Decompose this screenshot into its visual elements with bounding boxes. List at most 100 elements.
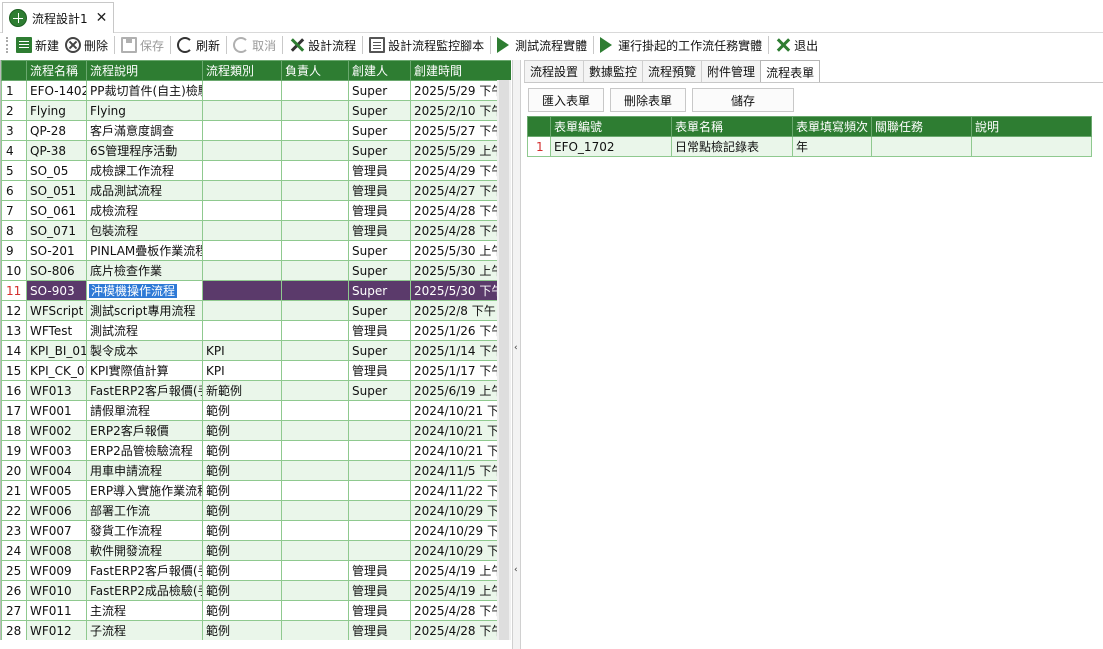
table-cell-cat[interactable]: KPI <box>202 340 282 361</box>
table-row[interactable]: 12 WFScript 測試script專用流程 Super 2025/2/8 下午 1… <box>1 300 511 321</box>
table-cell-owner[interactable] <box>281 560 349 581</box>
table-cell-desc[interactable]: FastERP2成品檢驗(手 <box>86 580 203 601</box>
cell-editor-text[interactable]: 沖模機操作流程 <box>87 283 179 299</box>
table-cell-creator[interactable] <box>348 500 411 521</box>
table-cell-desc[interactable]: 發貨工作流程 <box>86 520 203 541</box>
table-cell-name[interactable]: WF003 <box>26 440 87 461</box>
table-cell-owner[interactable] <box>281 620 349 640</box>
table-cell-owner[interactable] <box>281 460 349 481</box>
table-cell-name[interactable]: SO_061 <box>26 200 87 221</box>
table-cell-owner[interactable] <box>281 320 349 341</box>
table-cell-time[interactable]: 2025/1/26 下午 0 <box>410 320 511 341</box>
table-cell-time[interactable]: 2024/10/21 下午 <box>410 400 511 421</box>
table-row[interactable]: 1 EFO-1402 PP裁切首件(自主)檢驗 Super 2025/5/29 下午 0 <box>1 80 511 101</box>
table-cell-cat[interactable]: 範例 <box>202 580 282 601</box>
scrollbar-thumb[interactable] <box>499 80 509 640</box>
table-cell-task[interactable] <box>871 136 972 157</box>
vertical-scrollbar[interactable] <box>497 80 511 640</box>
table-row[interactable]: 15 KPI_CK_01 KPI實際值計算 KPI 管理員 2025/1/17 下午 0 <box>1 360 511 381</box>
doc-tab-flow-design[interactable]: 流程設計1 ✕ <box>2 2 114 33</box>
table-cell-cat[interactable] <box>202 200 282 221</box>
table-cell-desc[interactable]: 沖模機操作流程 <box>86 280 203 301</box>
table-cell-desc[interactable]: 測試script專用流程 <box>86 300 203 321</box>
table-cell-time[interactable]: 2025/5/30 上午 1 <box>410 260 511 281</box>
table-cell-creator[interactable] <box>348 540 411 561</box>
table-cell-desc[interactable]: 包裝流程 <box>86 220 203 241</box>
table-cell-name[interactable]: WF001 <box>26 400 87 421</box>
table-row[interactable]: 18 WF002 ERP2客戶報價 範例 2024/10/21 下午 <box>1 420 511 441</box>
table-cell-name[interactable]: SO-806 <box>26 260 87 281</box>
table-cell-creator[interactable] <box>348 400 411 421</box>
table-cell-cat[interactable]: 範例 <box>202 520 282 541</box>
table-cell-owner[interactable] <box>281 440 349 461</box>
table-cell-note[interactable] <box>971 136 1092 157</box>
table-cell-desc[interactable]: 成品測試流程 <box>86 180 203 201</box>
tab-1[interactable]: 流程設置 <box>524 60 585 82</box>
table-cell-cat[interactable] <box>202 320 282 341</box>
table-row[interactable]: 17 WF001 請假單流程 範例 2024/10/21 下午 <box>1 400 511 421</box>
table-cell-desc[interactable]: FastERP2客戶報價(手 <box>86 380 203 401</box>
table-cell-name[interactable]: WF005 <box>26 480 87 501</box>
table-cell-name[interactable]: SO-201 <box>26 240 87 261</box>
table-cell-name[interactable]: EFO-1402 <box>26 80 87 101</box>
column-header[interactable]: 表單名稱 <box>671 116 793 137</box>
table-row[interactable]: 5 SO_05 成檢課工作流程 管理員 2025/4/29 下午 0 <box>1 160 511 181</box>
table-cell-creator[interactable]: Super <box>348 380 411 401</box>
table-row[interactable]: 10 SO-806 底片檢查作業 Super 2025/5/30 上午 1 <box>1 260 511 281</box>
table-row[interactable]: 23 WF007 發貨工作流程 範例 2024/10/29 下午 <box>1 520 511 541</box>
table-cell-desc[interactable]: ERP導入實施作業流程 <box>86 480 203 501</box>
table-cell-desc[interactable]: 製令成本 <box>86 340 203 361</box>
table-cell-owner[interactable] <box>281 480 349 501</box>
table-cell-desc[interactable]: 客戶滿意度調查 <box>86 120 203 141</box>
design-monitor-script-button[interactable]: 設計流程監控腳本 <box>366 34 487 56</box>
table-row[interactable]: 24 WF008 軟件開發流程 範例 2024/10/29 下午 <box>1 540 511 561</box>
table-cell-freq[interactable]: 年 <box>792 136 872 157</box>
new-button[interactable]: 新建 <box>13 34 62 56</box>
table-cell-desc[interactable]: 用車申請流程 <box>86 460 203 481</box>
table-cell-owner[interactable] <box>281 120 349 141</box>
table-cell-time[interactable]: 2025/2/10 下午 0 <box>410 100 511 121</box>
table-cell-cat[interactable] <box>202 160 282 181</box>
table-cell-name[interactable]: WF004 <box>26 460 87 481</box>
table-cell-name[interactable]: KPI_BI_01 <box>26 340 87 361</box>
table-cell-owner[interactable] <box>281 160 349 181</box>
table-cell-creator[interactable]: 管理員 <box>348 180 411 201</box>
table-cell-cat[interactable] <box>202 120 282 141</box>
table-row[interactable]: 21 WF005 ERP導入實施作業流程 範例 2024/11/22 下午 <box>1 480 511 501</box>
table-cell-creator[interactable]: 管理員 <box>348 560 411 581</box>
table-cell-name[interactable]: WF012 <box>26 620 87 640</box>
table-row[interactable]: 1 EFO_1702 日常點檢記錄表年 <box>527 136 1092 157</box>
table-cell-creator[interactable] <box>348 480 411 501</box>
table-cell-time[interactable]: 2025/4/28 下午 0 <box>410 200 511 221</box>
table-cell-owner[interactable] <box>281 200 349 221</box>
table-row[interactable]: 4 QP-38 6S管理程序活動 Super 2025/5/29 上午 1 <box>1 140 511 161</box>
column-header[interactable]: 流程名稱 <box>26 60 87 81</box>
table-cell-creator[interactable]: Super <box>348 260 411 281</box>
table-row[interactable]: 9 SO-201 PINLAM疊板作業流程 Super 2025/5/30 上午 0 <box>1 240 511 261</box>
table-cell-creator[interactable]: Super <box>348 120 411 141</box>
table-cell-owner[interactable] <box>281 500 349 521</box>
table-cell-name[interactable]: KPI_CK_01 <box>26 360 87 381</box>
table-cell-owner[interactable] <box>281 380 349 401</box>
table-row[interactable]: 19 WF003 ERP2品管檢驗流程 範例 2024/10/21 下午 <box>1 440 511 461</box>
table-cell-owner[interactable] <box>281 360 349 381</box>
table-cell-time[interactable]: 2025/4/28 下午 0 <box>410 620 511 640</box>
table-cell-creator[interactable]: 管理員 <box>348 160 411 181</box>
close-icon[interactable]: ✕ <box>96 11 108 25</box>
table-row[interactable]: 28 WF012 子流程 範例 管理員 2025/4/28 下午 0 <box>1 620 511 640</box>
table-cell-cat[interactable]: 範例 <box>202 420 282 441</box>
table-cell-owner[interactable] <box>281 540 349 561</box>
table-cell-name[interactable]: SO_05 <box>26 160 87 181</box>
table-cell-name[interactable]: WF002 <box>26 420 87 441</box>
table-cell-creator[interactable]: Super <box>348 80 411 101</box>
table-cell-cat[interactable]: 範例 <box>202 460 282 481</box>
table-row[interactable]: 7 SO_061 成檢流程 管理員 2025/4/28 下午 0 <box>1 200 511 221</box>
table-cell-desc[interactable]: PINLAM疊板作業流程 <box>86 240 203 261</box>
column-header[interactable]: 創建時間 <box>410 60 511 81</box>
column-header[interactable]: 關聯任務 <box>871 116 972 137</box>
table-cell-desc[interactable]: 主流程 <box>86 600 203 621</box>
table-cell-time[interactable]: 2024/10/21 下午 <box>410 420 511 441</box>
table-cell-cat[interactable] <box>202 220 282 241</box>
table-cell-time[interactable]: 2025/4/27 下午 0 <box>410 180 511 201</box>
table-cell-time[interactable]: 2024/10/29 下午 <box>410 520 511 541</box>
